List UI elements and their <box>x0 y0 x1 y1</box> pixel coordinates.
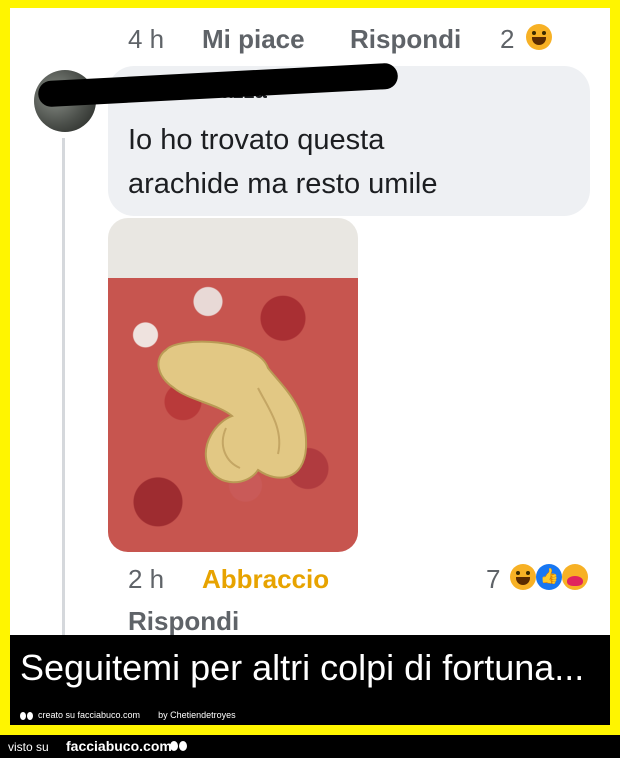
hug-reaction-icon <box>562 564 588 590</box>
comment-card: 4 h Mi piace Rispondi 2 Rita Bonazza Io … <box>10 8 610 635</box>
comment-bubble: Rita Bonazza Io ho trovato questa arachi… <box>37 62 590 216</box>
haha-reaction-icon <box>510 564 536 590</box>
like-reaction-icon <box>536 564 562 590</box>
comment-text-line2: arachide ma resto umile <box>128 168 438 200</box>
top-comment-actions: 4 h Mi piace Rispondi 2 <box>10 20 610 56</box>
site-footer: visto su facciabuco.com <box>0 735 620 758</box>
peanut-image <box>157 340 308 484</box>
caption-band: Seguitemi per altri colpi di fortuna... … <box>10 635 610 725</box>
comment-photo[interactable] <box>108 218 358 552</box>
reply-button-bottom[interactable]: Rispondi <box>128 606 239 635</box>
bottom-reaction-count[interactable]: 7 <box>486 564 500 595</box>
credit-author: by Chetiendetroyes <box>158 710 236 720</box>
credit-created: creato su facciabuco.com <box>38 710 141 720</box>
bottom-timestamp: 2 h <box>128 564 165 594</box>
haha-reaction-icon <box>526 24 552 50</box>
facciabuco-eyes-icon <box>20 711 34 720</box>
comment-text-line1: Io ho trovato questa <box>128 124 385 156</box>
top-reaction-count[interactable]: 2 <box>500 24 514 55</box>
thread-line <box>62 138 65 635</box>
facciabuco-logo-icon <box>170 741 188 751</box>
site-link[interactable]: facciabuco.com <box>66 738 172 754</box>
visto-su-label: visto su <box>8 740 49 754</box>
like-button[interactable]: Mi piace <box>202 24 305 55</box>
meme-caption: Seguitemi per altri colpi di fortuna... <box>20 647 585 688</box>
top-timestamp: 4 h <box>128 24 165 54</box>
reply-button-top[interactable]: Rispondi <box>350 24 461 55</box>
hug-reaction-button[interactable]: Abbraccio <box>202 564 329 595</box>
creator-credit: creato su facciabuco.com by Chetiendetroy… <box>20 710 236 720</box>
